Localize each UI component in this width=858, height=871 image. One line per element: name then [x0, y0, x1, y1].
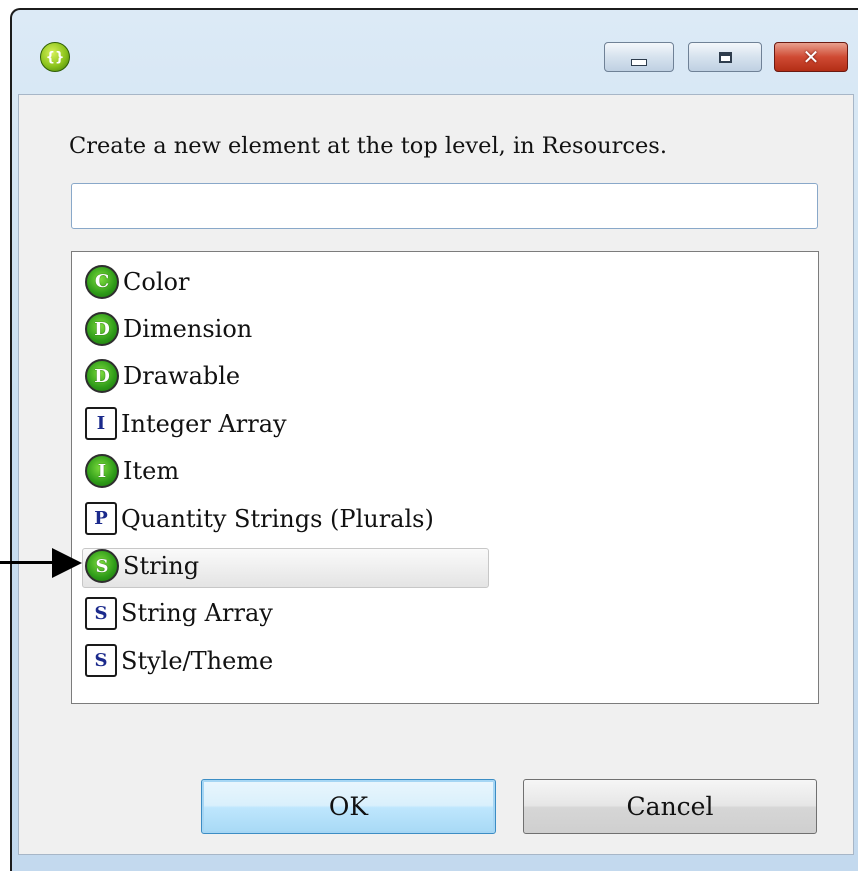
- maximize-button[interactable]: [688, 42, 762, 72]
- list-item-label: Color: [123, 267, 190, 296]
- list-item-label: Integer Array: [121, 409, 287, 438]
- instruction-text: Create a new element at the top level, i…: [69, 133, 667, 159]
- dialog-client-area: Create a new element at the top level, i…: [18, 94, 854, 855]
- list-item-style-theme[interactable]: S Style/Theme: [72, 637, 818, 684]
- list-item-label: Drawable: [123, 362, 241, 391]
- minimize-button[interactable]: [604, 42, 674, 72]
- list-item-drawable[interactable]: D Drawable: [72, 353, 818, 400]
- app-icon: {}: [40, 42, 70, 72]
- list-item-label: Item: [123, 457, 180, 486]
- dialog-window: {} ✕ Create a new element at the top lev…: [10, 8, 858, 871]
- list-item-item[interactable]: I Item: [72, 448, 818, 495]
- color-icon: C: [85, 264, 119, 299]
- cancel-button[interactable]: Cancel: [523, 779, 817, 834]
- style-theme-icon: S: [85, 644, 117, 678]
- list-item-label: Dimension: [123, 315, 253, 344]
- dimension-icon: D: [85, 312, 119, 347]
- string-array-icon: S: [85, 596, 117, 630]
- list-item-label: Quantity Strings (Plurals): [121, 504, 434, 533]
- minimize-icon: [631, 58, 647, 66]
- string-icon: S: [85, 549, 119, 584]
- drawable-icon: D: [85, 359, 119, 394]
- integer-array-icon: I: [85, 407, 117, 441]
- app-icon-glyph: {}: [45, 49, 65, 65]
- item-icon: I: [85, 454, 119, 489]
- maximize-icon: [718, 51, 732, 63]
- list-item-dimension[interactable]: D Dimension: [72, 305, 818, 352]
- callout-arrow-icon: [52, 548, 82, 578]
- list-item-string[interactable]: S String: [72, 542, 818, 589]
- list-item-label: String: [123, 552, 200, 581]
- list-item-label: String Array: [121, 599, 273, 628]
- callout-arrow-line: [0, 561, 56, 564]
- list-item-quantity-strings-plurals[interactable]: P Quantity Strings (Plurals): [72, 495, 818, 542]
- close-button[interactable]: ✕: [774, 42, 848, 72]
- close-icon: ✕: [802, 45, 820, 69]
- ok-button[interactable]: OK: [201, 779, 496, 834]
- list-item-color[interactable]: C Color: [72, 258, 818, 305]
- filter-input[interactable]: [71, 183, 818, 229]
- list-item-label: Style/Theme: [121, 646, 274, 675]
- list-item-integer-array[interactable]: I Integer Array: [72, 400, 818, 447]
- list-item-string-array[interactable]: S String Array: [72, 590, 818, 637]
- plurals-icon: P: [85, 502, 117, 536]
- element-type-list[interactable]: C Color D Dimension D Drawable I Integer Array I…: [71, 251, 819, 704]
